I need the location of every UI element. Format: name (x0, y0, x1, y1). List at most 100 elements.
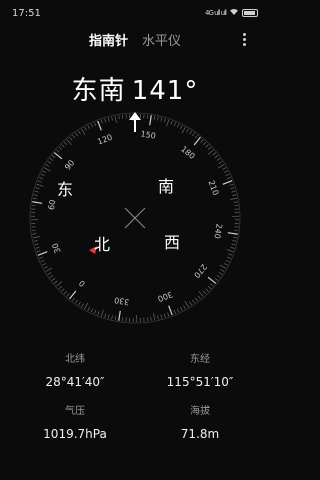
compass-tick (75, 299, 78, 304)
compass-tick (183, 305, 186, 310)
compass-dial-graphic: 90 120 150 180 210 240 270 300 330 0 30 60 (29, 112, 241, 324)
compass-tick (51, 277, 56, 281)
compass-tick (94, 309, 97, 314)
compass-tick (104, 313, 107, 318)
compass-tick (214, 155, 219, 159)
pressure-block: 气压 1019.7hPa (15, 402, 135, 441)
compass-tick (192, 132, 195, 137)
altitude-label: 海拔 (190, 406, 210, 417)
compass-tick (167, 312, 170, 317)
compass-tick (207, 285, 212, 290)
compass-tick (61, 144, 65, 148)
compass-tick (202, 290, 207, 295)
direction-south: 南 (158, 177, 175, 196)
compass-tick (66, 139, 72, 146)
compass-tick (214, 277, 219, 281)
compass-tick (180, 125, 183, 130)
center-crosshair-icon (124, 207, 146, 229)
compass-tick (53, 280, 58, 284)
compass-tick (97, 311, 100, 316)
compass-tick (35, 187, 40, 190)
heading-readout: 东南 141° (0, 70, 270, 107)
compass-tick (223, 170, 228, 173)
status-icons: 4G ull ull (205, 8, 258, 18)
compass-tick (230, 197, 238, 200)
compass-tick (69, 290, 77, 300)
compass-tick (90, 123, 94, 128)
compass-tick (32, 233, 37, 235)
compass-tick (33, 194, 38, 196)
compass-tick (189, 301, 192, 306)
compass-tick (56, 281, 63, 287)
compass-tick (168, 305, 173, 316)
compass-tick (84, 126, 87, 131)
latitude-block: 北纬 28°41′40″ (15, 350, 135, 389)
compass-tick-label: 0 (77, 278, 87, 288)
compass-tick (160, 117, 163, 122)
compass-tick (97, 120, 102, 131)
compass-tick (225, 173, 230, 177)
compass-tick (81, 128, 86, 136)
compass-tick (212, 152, 217, 156)
compass-tick (210, 283, 214, 287)
compass-tick (42, 263, 47, 266)
tab-level[interactable]: 水平仪 (142, 30, 181, 49)
compass-tick (205, 144, 209, 148)
compass-tick (226, 249, 234, 253)
compass-tick (34, 190, 39, 193)
longitude-value: 115°51′10″ (166, 375, 234, 389)
compass-tick (34, 243, 39, 246)
compass-tick (222, 180, 233, 185)
compass-tick (43, 266, 48, 269)
compass-tick (220, 269, 225, 272)
compass-tick (232, 240, 237, 242)
compass-tick (181, 126, 186, 134)
compass-tick (118, 115, 120, 120)
compass-tick (32, 197, 37, 200)
compass-tick (198, 290, 204, 297)
compass-tick (63, 141, 68, 146)
compass-tick (232, 194, 237, 196)
longitude-label: 东经 (190, 354, 210, 365)
compass-tick (47, 272, 52, 275)
compass-tick (225, 259, 230, 263)
compass-tick (45, 267, 53, 272)
compass-tick (56, 149, 60, 153)
altitude-value: 71.8m (180, 427, 220, 441)
compass-tick (72, 134, 76, 139)
compass-tick-label: 120 (96, 133, 113, 147)
compass-tick (118, 310, 121, 321)
tab-compass[interactable]: 指南针 (89, 30, 128, 49)
compass-tick (87, 306, 90, 311)
compass-tick (37, 251, 48, 256)
compass-tick (111, 116, 113, 121)
direction-north: 北 (94, 235, 111, 254)
compass-tick (186, 128, 189, 133)
compass-tick-label: 90 (63, 158, 76, 172)
compass-tick (226, 177, 231, 180)
compass-tick (94, 122, 97, 127)
compass-tick (216, 275, 221, 278)
compass-tick (36, 250, 41, 253)
compass-tick (45, 164, 50, 167)
compass-tick (216, 158, 221, 161)
compass-tick (176, 308, 180, 313)
compass-tick (100, 119, 103, 124)
compass-tick (166, 119, 170, 127)
compass-tick (61, 288, 65, 292)
compass-tick (40, 259, 45, 263)
status-time: 17:51 (12, 7, 41, 19)
compass-tick (114, 316, 117, 321)
compass-tick (33, 240, 38, 242)
heading-degrees: 141° (131, 76, 199, 106)
latitude-label: 北纬 (65, 354, 85, 365)
compass-tick (233, 201, 238, 203)
compass-tick (107, 314, 110, 319)
more-menu-icon[interactable] (238, 29, 250, 49)
pressure-label: 气压 (65, 406, 85, 417)
compass-tick (197, 295, 201, 300)
compass-tick (227, 232, 238, 235)
compass-tick (87, 125, 90, 130)
compass-dial: 90 120 150 180 210 240 270 300 330 0 30 60 东 南 北 西 (27, 110, 243, 326)
compass-tick (218, 161, 223, 164)
